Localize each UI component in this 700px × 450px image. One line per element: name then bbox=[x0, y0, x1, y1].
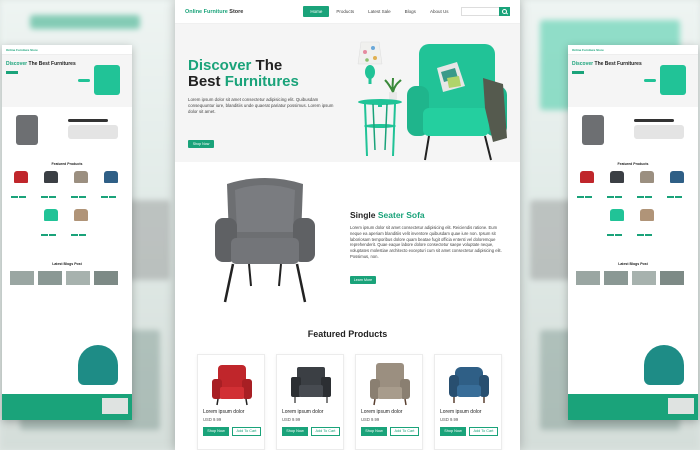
black-armchair-image bbox=[291, 367, 331, 403]
mini-teal-armchair bbox=[78, 345, 118, 385]
mockup-preview-left: Online Furniture Store Discover The Best… bbox=[2, 45, 132, 420]
hero-description: Lorem ipsum dolor sit amet consectetur a… bbox=[188, 97, 334, 114]
mini-featured-section: Featured Products bbox=[2, 159, 132, 259]
mini-teal-chair bbox=[94, 65, 120, 95]
mini-nav: Online Furniture Store bbox=[2, 45, 132, 55]
product-card: Lorem ipsum dolor USD 9.99 Shop Now Add … bbox=[276, 354, 344, 450]
search-box bbox=[461, 7, 511, 16]
product-card: Lorem ipsum dolor USD 9.99 Shop Now Add … bbox=[434, 354, 502, 450]
nav-item-about-us[interactable]: About Us bbox=[423, 6, 456, 17]
mini-product bbox=[100, 169, 122, 198]
hero-shop-now-button[interactable]: Shop Now bbox=[188, 140, 214, 148]
main-page-mockup: Online Furniture Store Home Products Lat… bbox=[175, 0, 520, 450]
product-price: USD 9.99 bbox=[440, 417, 459, 422]
product-name: Lorem ipsum dolor bbox=[203, 409, 245, 415]
add-to-cart-button[interactable]: Add To Cart bbox=[311, 427, 340, 436]
mini-hero: Discover The Best Furnitures bbox=[568, 55, 698, 107]
mini-product bbox=[40, 169, 62, 198]
mini-featured-heading: Featured Products bbox=[51, 162, 83, 166]
mini-blog-heading: Latest Blogs Post bbox=[618, 262, 648, 266]
nav-item-latest-sale[interactable]: Latest Sale bbox=[361, 6, 398, 17]
single-seater-description: Lorem ipsum dolor sit amet consectetur a… bbox=[350, 225, 502, 259]
mini-product bbox=[10, 169, 32, 198]
product-card: Lorem ipsum dolor USD 9.99 Shop Now Add … bbox=[355, 354, 423, 450]
hero-furniture-image bbox=[357, 41, 507, 161]
mini-product bbox=[70, 207, 92, 236]
shop-now-button[interactable]: Shop Now bbox=[282, 427, 308, 436]
nav-item-blogs[interactable]: Blogs bbox=[398, 6, 423, 17]
mini-nav: Online Furniture Store bbox=[568, 45, 698, 55]
search-input[interactable] bbox=[461, 7, 500, 16]
mini-hero-button bbox=[572, 71, 584, 74]
mockup-preview-right: Online Furniture Store Discover The Best… bbox=[568, 45, 698, 420]
mini-product bbox=[40, 207, 62, 236]
top-nav: Online Furniture Store Home Products Lat… bbox=[175, 0, 520, 24]
add-to-cart-button[interactable]: Add To Cart bbox=[232, 427, 261, 436]
mini-grey-chair bbox=[582, 115, 604, 145]
add-to-cart-button[interactable]: Add To Cart bbox=[390, 427, 419, 436]
product-price: USD 9.99 bbox=[282, 417, 301, 422]
product-price: USD 9.99 bbox=[203, 417, 222, 422]
mini-footer bbox=[568, 394, 698, 420]
red-armchair-image bbox=[212, 365, 252, 406]
mini-side-table bbox=[644, 79, 656, 82]
beige-armchair-image bbox=[370, 363, 410, 406]
product-name: Lorem ipsum dolor bbox=[282, 409, 324, 415]
hero-section: Discover The Best Furnitures Lorem ipsum… bbox=[175, 24, 520, 162]
mini-featured-heading: Featured Products bbox=[617, 162, 649, 166]
learn-more-button[interactable]: Learn More bbox=[350, 276, 376, 284]
mini-footer bbox=[2, 394, 132, 420]
featured-products-heading: Featured Products bbox=[307, 329, 388, 339]
nav-menu: Home Products Latest Sale Blogs About Us bbox=[303, 6, 455, 17]
product-name: Lorem ipsum dolor bbox=[440, 409, 482, 415]
mini-product bbox=[636, 169, 658, 198]
shop-now-button[interactable]: Shop Now bbox=[440, 427, 466, 436]
grey-armchair-image bbox=[215, 178, 315, 303]
shop-now-button[interactable]: Shop Now bbox=[361, 427, 387, 436]
hero-title: Discover The Best Furnitures bbox=[188, 57, 299, 90]
mini-sofa-section bbox=[2, 107, 132, 159]
mini-side-table bbox=[78, 79, 90, 82]
site-logo[interactable]: Online Furniture Store bbox=[185, 9, 243, 15]
mini-product bbox=[606, 169, 628, 198]
mini-teal-chair bbox=[660, 65, 686, 95]
nav-item-home[interactable]: Home bbox=[303, 6, 330, 17]
search-icon[interactable] bbox=[499, 7, 511, 16]
mini-sofa-section bbox=[568, 107, 698, 159]
mini-product bbox=[70, 169, 92, 198]
mini-product bbox=[636, 207, 658, 236]
mini-blog-section: Latest Blogs Post bbox=[568, 259, 698, 319]
mini-hero: Discover The Best Furnitures bbox=[2, 55, 132, 107]
mini-blog-heading: Latest Blogs Post bbox=[52, 262, 82, 266]
nav-item-products[interactable]: Products bbox=[329, 6, 361, 17]
blue-armchair-image bbox=[449, 367, 489, 403]
mini-blog-section: Latest Blogs Post bbox=[2, 259, 132, 319]
add-to-cart-button[interactable]: Add To Cart bbox=[469, 427, 498, 436]
mini-logo: Online Furniture Store bbox=[572, 47, 604, 52]
mini-product bbox=[606, 207, 628, 236]
single-seater-section: Single Seater Sofa Lorem ipsum dolor sit… bbox=[175, 162, 520, 322]
product-card: Lorem ipsum dolor USD 9.99 Shop Now Add … bbox=[197, 354, 265, 450]
product-name: Lorem ipsum dolor bbox=[361, 409, 403, 415]
mini-teal-armchair bbox=[644, 345, 684, 385]
mini-product bbox=[666, 169, 688, 198]
mini-grey-chair bbox=[16, 115, 38, 145]
mini-product bbox=[576, 169, 598, 198]
mini-featured-section: Featured Products bbox=[568, 159, 698, 259]
mini-logo: Online Furniture Store bbox=[6, 47, 38, 52]
single-seater-title: Single Seater Sofa bbox=[350, 210, 425, 220]
shop-now-button[interactable]: Shop Now bbox=[203, 427, 229, 436]
product-price: USD 9.99 bbox=[361, 417, 380, 422]
mini-hero-button bbox=[6, 71, 18, 74]
